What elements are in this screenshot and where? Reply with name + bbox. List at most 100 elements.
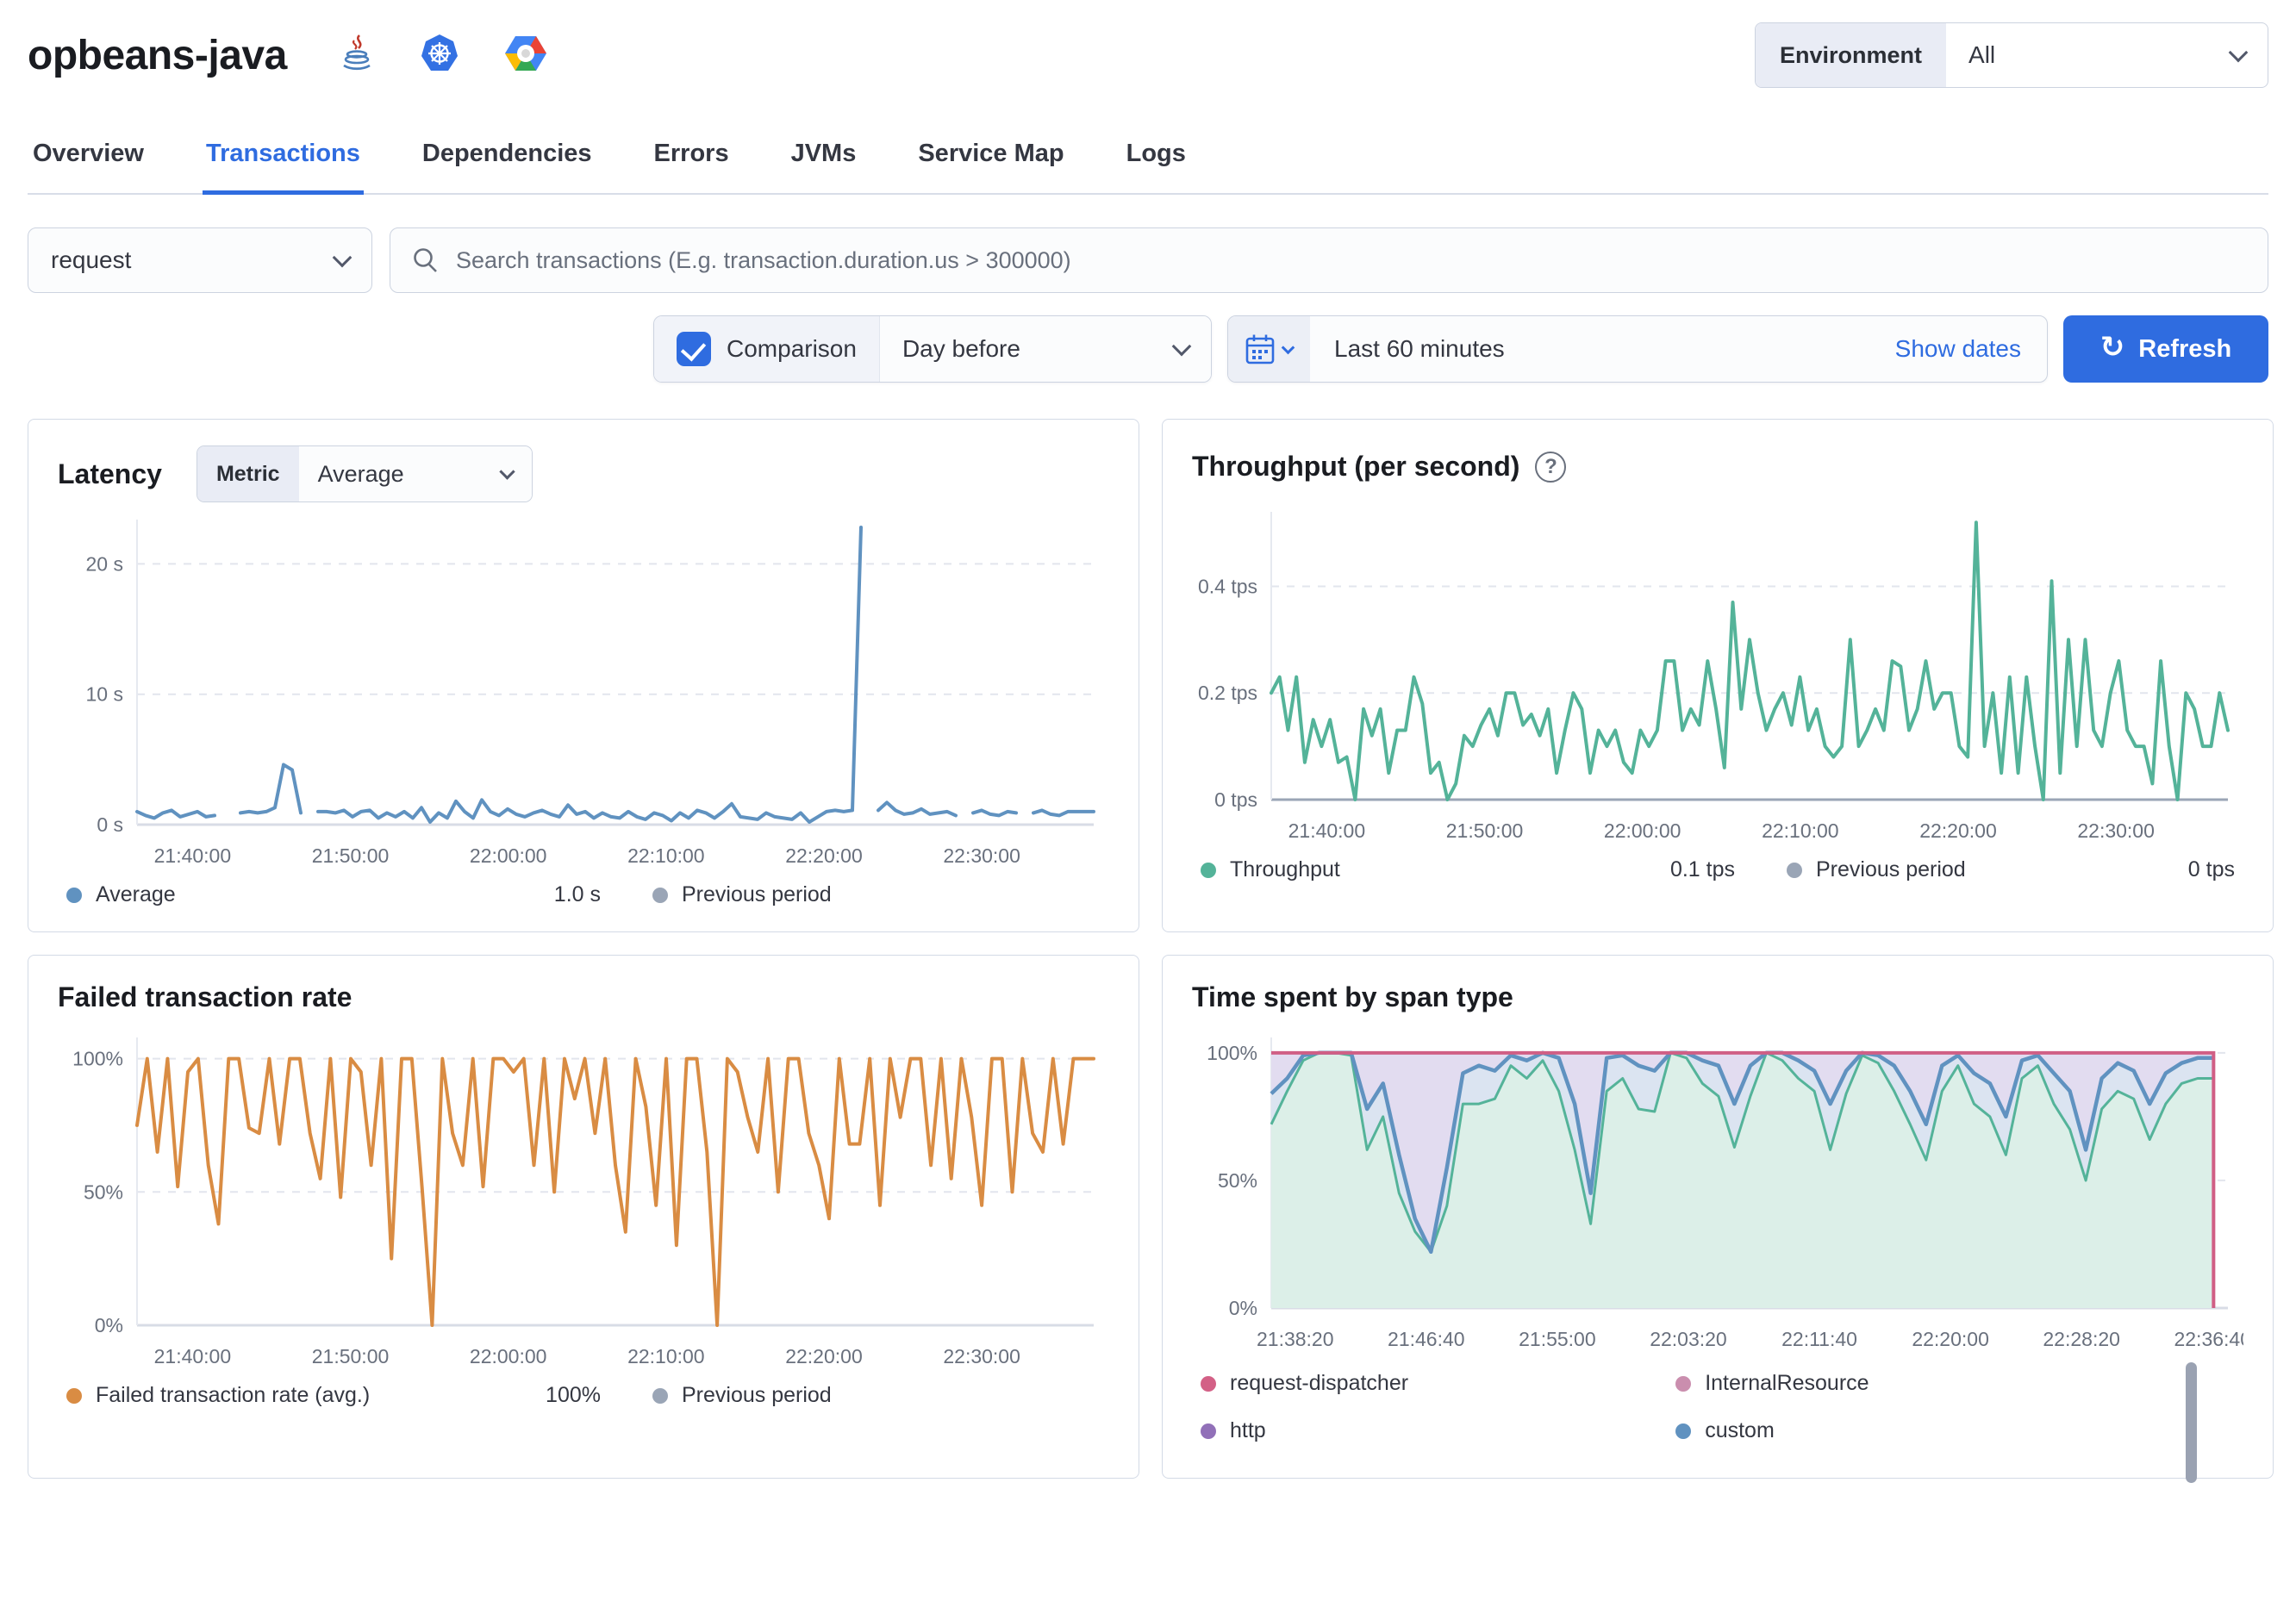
svg-text:22:00:00: 22:00:00	[470, 1345, 547, 1367]
svg-text:21:46:40: 21:46:40	[1388, 1328, 1465, 1350]
service-tabs: Overview Transactions Dependencies Error…	[28, 128, 2268, 195]
series-dot	[66, 887, 82, 903]
help-icon[interactable]: ?	[1535, 451, 1567, 483]
span-type-legend: request-dispatcher InternalResource http…	[1192, 1361, 2198, 1483]
svg-text:0%: 0%	[95, 1314, 123, 1336]
svg-text:100%: 100%	[72, 1048, 123, 1070]
svg-text:0 s: 0 s	[97, 813, 123, 836]
comparison-label: Comparison	[727, 335, 857, 362]
java-icon	[340, 34, 375, 78]
legend-item[interactable]: Throughput 0.1 tps	[1201, 857, 1735, 882]
search-transactions-box	[390, 227, 2268, 293]
svg-text:22:11:40: 22:11:40	[1781, 1328, 1857, 1350]
latency-chart: 20 s 10 s 0 s 21:40:00 21:50:00 22:00:00 22:10…	[86, 520, 1095, 867]
legend-item[interactable]: InternalResource	[1675, 1371, 2150, 1396]
latency-legend: Average 1.0 s Previous period	[58, 877, 1109, 916]
svg-text:100%: 100%	[1207, 1042, 1257, 1064]
calendar-icon	[1245, 334, 1275, 364]
series-dot	[1787, 862, 1802, 878]
comparison-period-select[interactable]: Day before	[878, 316, 1211, 382]
span-type-title: Time spent by span type	[1192, 981, 1513, 1012]
chevron-down-icon	[1281, 340, 1295, 354]
legend-item[interactable]: request-dispatcher	[1201, 1371, 1675, 1396]
series-dot	[652, 887, 668, 903]
series-dot	[1675, 1423, 1692, 1439]
svg-text:22:10:00: 22:10:00	[1762, 819, 1839, 842]
refresh-icon: ↻	[2099, 331, 2125, 364]
svg-text:22:28:20: 22:28:20	[2043, 1328, 2120, 1350]
svg-text:21:50:00: 21:50:00	[312, 844, 390, 867]
series-dot	[66, 1387, 82, 1404]
transaction-type-select[interactable]: request	[28, 227, 372, 293]
svg-text:50%: 50%	[84, 1181, 123, 1203]
legend-item[interactable]: http	[1201, 1418, 1675, 1443]
svg-text:21:55:00: 21:55:00	[1519, 1328, 1596, 1350]
svg-text:22:10:00: 22:10:00	[627, 1345, 705, 1367]
svg-text:0.4 tps: 0.4 tps	[1198, 575, 1257, 597]
latency-panel: Latency Metric Average 20 s 10 s 0 s 21:40:…	[28, 419, 1139, 932]
environment-label: Environment	[1756, 23, 1947, 87]
throughput-chart: 0.4 tps 0.2 tps 0 tps 21:40:00 21:50:00 22:00…	[1198, 512, 2230, 842]
svg-text:21:40:00: 21:40:00	[154, 1345, 232, 1367]
comparison-checkbox[interactable]	[677, 332, 711, 366]
throughput-panel: Throughput (per second) ? 0.4 tps 0.2 tps…	[1162, 419, 2274, 932]
tab-service-map[interactable]: Service Map	[914, 128, 1067, 193]
comparison-toggle[interactable]: Comparison	[654, 316, 879, 382]
date-picker-quick-menu[interactable]	[1228, 316, 1310, 382]
tab-transactions[interactable]: Transactions	[202, 128, 364, 195]
tab-dependencies[interactable]: Dependencies	[419, 128, 596, 193]
search-input[interactable]	[456, 246, 2247, 274]
chevron-down-icon	[1171, 336, 1192, 357]
date-picker-group: Last 60 minutes Show dates	[1227, 315, 2048, 383]
svg-text:21:40:00: 21:40:00	[1288, 819, 1366, 842]
chevron-down-icon	[2228, 42, 2249, 63]
tab-overview[interactable]: Overview	[29, 128, 147, 193]
failed-rate-title: Failed transaction rate	[58, 981, 353, 1012]
svg-text:22:20:00: 22:20:00	[785, 1345, 863, 1367]
chevron-down-icon	[332, 247, 353, 268]
svg-text:22:00:00: 22:00:00	[470, 844, 547, 867]
search-icon	[414, 248, 437, 272]
tab-jvms[interactable]: JVMs	[788, 128, 860, 193]
failed-rate-panel: Failed transaction rate 100% 50% 0% 21:40:0…	[28, 955, 1139, 1479]
tab-errors[interactable]: Errors	[651, 128, 733, 193]
legend-item[interactable]: Previous period	[652, 1383, 1101, 1408]
legend-item[interactable]: Previous period	[652, 882, 1101, 907]
span-type-chart: 100% 50% 0%21:38:20 21:46:40 21:55:00 22:03:2…	[1207, 1037, 2251, 1350]
comparison-group: Comparison Day before	[653, 315, 1212, 383]
show-dates-link[interactable]: Show dates	[1869, 316, 2047, 382]
svg-text:22:00:00: 22:00:00	[1604, 819, 1681, 842]
svg-text:20 s: 20 s	[86, 552, 123, 575]
svg-text:21:40:00: 21:40:00	[154, 844, 232, 867]
svg-text:0.2 tps: 0.2 tps	[1198, 682, 1257, 704]
legend-item[interactable]: Previous period 0 tps	[1787, 857, 2235, 882]
svg-text:22:30:00: 22:30:00	[2077, 819, 2155, 842]
google-cloud-icon	[504, 34, 547, 77]
environment-select[interactable]: Environment All	[1755, 22, 2268, 88]
legend-item[interactable]: Average 1.0 s	[66, 882, 601, 907]
throughput-legend: Throughput 0.1 tps Previous period 0 tps	[1192, 852, 2243, 891]
throughput-title: Throughput (per second)	[1192, 451, 1520, 482]
service-header: opbeans-java Environment All	[28, 0, 2268, 88]
legend-item[interactable]: Failed transaction rate (avg.) 100%	[66, 1383, 601, 1408]
svg-text:22:10:00: 22:10:00	[627, 844, 705, 867]
legend-item[interactable]: custom	[1675, 1418, 2150, 1443]
svg-text:22:03:20: 22:03:20	[1650, 1328, 1727, 1350]
latency-metric-select[interactable]: Metric Average	[196, 445, 533, 502]
svg-text:22:20:00: 22:20:00	[1912, 1328, 1989, 1350]
time-range-value[interactable]: Last 60 minutes	[1310, 316, 1869, 382]
span-type-panel: Time spent by span type 100% 50% 0% 21:38:2…	[1162, 955, 2274, 1483]
legend-scrollbar[interactable]	[2186, 1362, 2198, 1483]
tab-logs[interactable]: Logs	[1123, 128, 1189, 193]
series-dot	[1201, 1423, 1216, 1439]
page-title: opbeans-java	[28, 32, 287, 78]
refresh-button[interactable]: ↻ Refresh	[2063, 315, 2268, 383]
time-controls-row: Comparison Day before Last 60 minutes Sh…	[28, 315, 2268, 383]
apm-service-page: opbeans-java Environment All Overview Tr…	[0, 0, 2296, 1483]
transaction-filter-row: request	[28, 227, 2268, 293]
environment-value[interactable]: All	[1946, 23, 2268, 87]
failed-rate-chart: 100% 50% 0% 21:40:00 21:50:00 22:00:00 22:10:0…	[72, 1037, 1095, 1367]
kubernetes-icon	[420, 34, 459, 78]
svg-text:50%: 50%	[1218, 1169, 1257, 1192]
svg-text:22:20:00: 22:20:00	[1919, 819, 1997, 842]
